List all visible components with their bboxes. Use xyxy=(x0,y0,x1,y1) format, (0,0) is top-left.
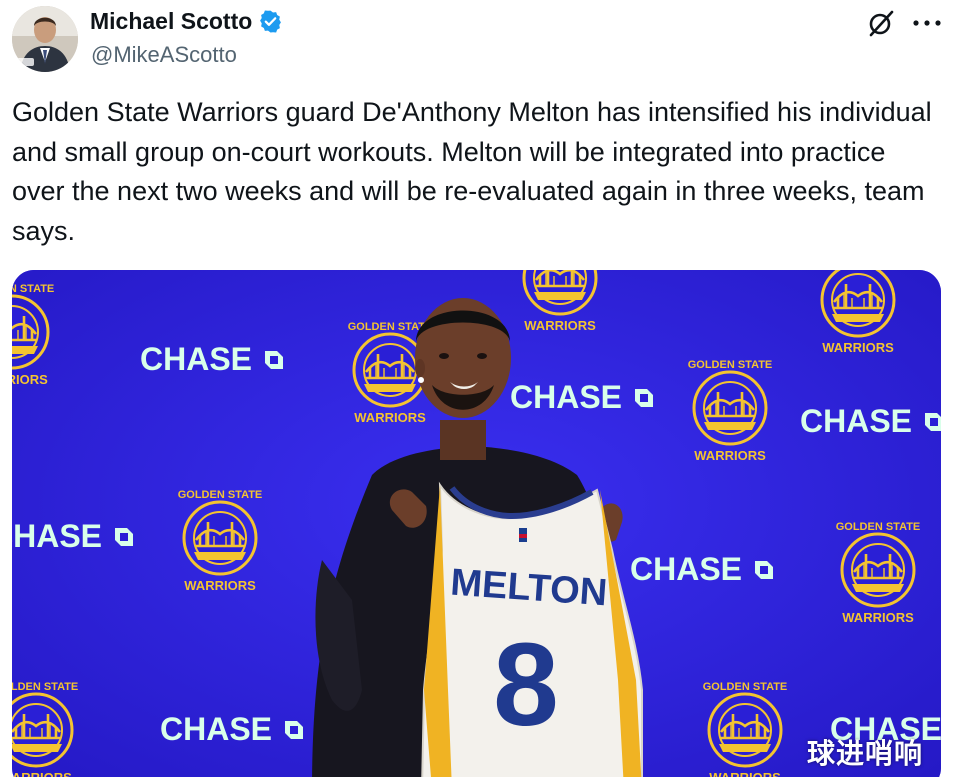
watermark-text: 球进哨响 xyxy=(806,738,923,769)
tweet-photo[interactable]: CHASECHASECHASECHASECHASECHASECHASEGOLDE… xyxy=(12,270,941,777)
backdrop-logo-bottom-text: WARRIORS xyxy=(184,578,256,593)
backdrop-logo-bottom-text: WARRIORS xyxy=(709,770,781,777)
backdrop-logo-top-text: GOLDEN STATE xyxy=(178,489,263,501)
backdrop-sponsor-text: CHASE xyxy=(12,518,102,554)
backdrop-logo-top-text: GOLDEN STATE xyxy=(688,359,773,371)
backdrop-logo-top-text: GOLDEN STATE xyxy=(836,521,921,533)
backdrop-logo-top-text: GOLDEN STATE xyxy=(703,681,788,693)
more-options-icon[interactable] xyxy=(910,10,944,36)
backdrop-logo-bottom-text: WARRIORS xyxy=(12,372,48,387)
backdrop-team-logo xyxy=(707,692,783,768)
author-handle[interactable]: @MikeAScotto xyxy=(91,42,237,68)
backdrop-logo-bottom-text: WARRIORS xyxy=(12,770,72,777)
backdrop-team-logo xyxy=(182,500,258,576)
backdrop-logo-bottom-text: WARRIORS xyxy=(354,410,426,425)
backdrop-logo-bottom-text: WARRIORS xyxy=(822,340,894,355)
grok-icon[interactable] xyxy=(866,8,896,38)
backdrop-team-logo xyxy=(840,532,916,608)
backdrop-sponsor-text: CHASE xyxy=(510,379,622,415)
tweet-text: Golden State Warriors guard De'Anthony M… xyxy=(12,97,932,246)
author-name-row[interactable]: Michael Scotto xyxy=(90,8,283,35)
author-name[interactable]: Michael Scotto xyxy=(90,8,252,35)
backdrop-logo-bottom-text: WARRIORS xyxy=(694,448,766,463)
backdrop-team-logo xyxy=(692,370,768,446)
backdrop-logo-top-text: GOLDEN STATE xyxy=(12,681,78,693)
verified-badge-icon[interactable] xyxy=(258,9,283,34)
backdrop-logo-bottom-text: WARRIORS xyxy=(842,610,914,625)
jersey-number: 8 xyxy=(493,619,559,751)
backdrop-logo-top-text: GOLDEN STATE xyxy=(12,283,54,295)
photo-canvas: CHASECHASECHASECHASECHASECHASECHASEGOLDE… xyxy=(12,270,941,777)
backdrop-sponsor-text: CHASE xyxy=(800,403,912,439)
tweet-card: Michael Scotto @MikeAScotto Golden State… xyxy=(0,0,960,777)
backdrop-sponsor-text: CHASE xyxy=(140,341,252,377)
backdrop-logo-bottom-text: WARRIORS xyxy=(524,318,596,333)
backdrop-sponsor-text: CHASE xyxy=(630,551,742,587)
author-avatar[interactable] xyxy=(12,6,78,72)
backdrop-sponsor-text: CHASE xyxy=(160,711,272,747)
